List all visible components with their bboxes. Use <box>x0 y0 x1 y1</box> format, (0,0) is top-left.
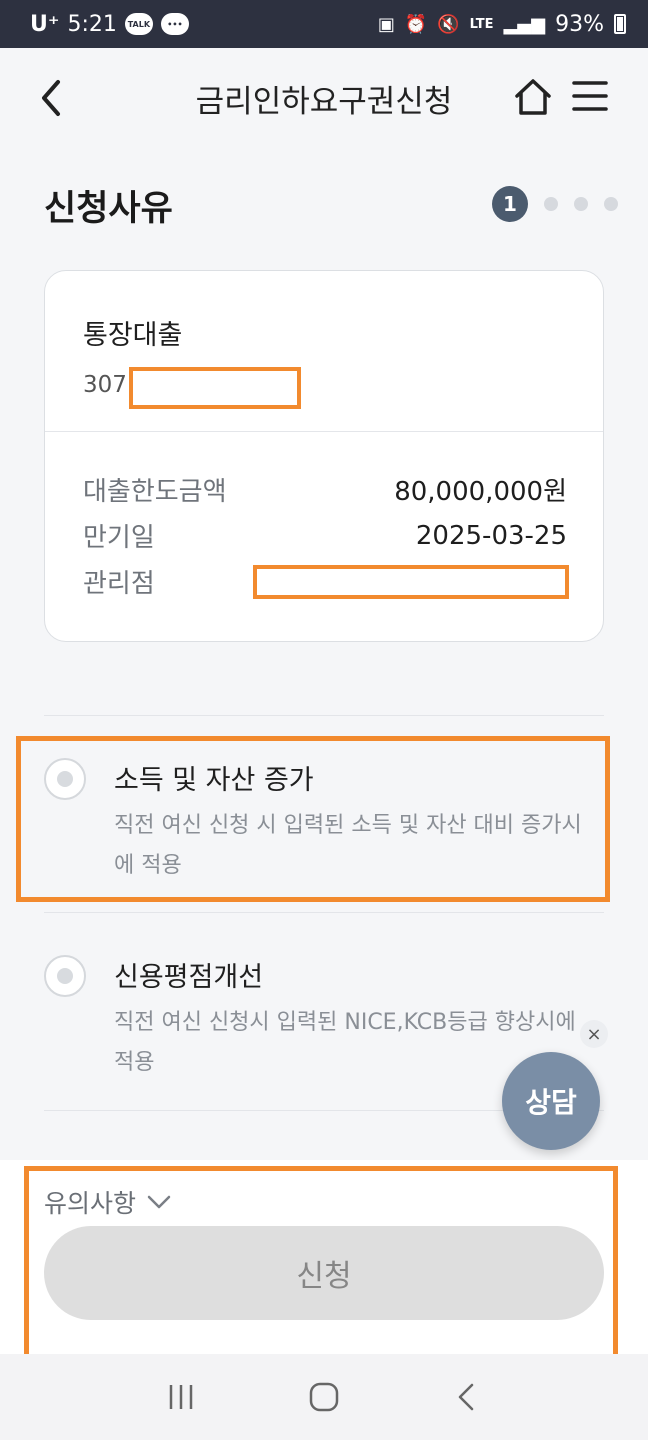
chat-consult-button[interactable]: 상담 <box>502 1052 600 1150</box>
option-credit-score[interactable]: 신용평점개선 직전 여신 신청시 입력된 NICE,KCB등급 향상시에 적용 <box>44 955 604 1075</box>
info-row-maturity: 만기일 2025-03-25 <box>83 517 567 554</box>
notice-label: 유의사항 <box>44 1189 137 1218</box>
info-row-branch: 관리점 <box>83 563 569 600</box>
home-icon <box>515 79 551 115</box>
divider <box>44 912 604 913</box>
info-row-limit: 대출한도금액 80,000,000원 <box>83 471 567 508</box>
system-nav-bar <box>0 1354 648 1440</box>
mute-icon: 🔇 <box>437 13 460 35</box>
info-label: 대출한도금액 <box>83 477 227 507</box>
info-label: 만기일 <box>83 523 155 553</box>
section-title: 신청사유 <box>44 189 173 229</box>
loan-card: 통장대출 307 대출한도금액 80,000,000원 만기일 2025-03-… <box>44 270 604 642</box>
divider <box>44 715 604 716</box>
signal-icon: ▂▄▆ <box>503 13 546 35</box>
submit-button[interactable]: 신청 <box>44 1226 604 1320</box>
message-icon: ••• <box>160 13 189 35</box>
hamburger-icon <box>572 81 608 111</box>
back-nav-button[interactable] <box>447 1377 487 1417</box>
home-circle-icon <box>309 1382 339 1412</box>
step-dot <box>544 197 558 211</box>
recent-apps-icon <box>170 1385 193 1409</box>
status-bar: U⁺ 5:21 TALK ••• ▣ ⏰ 🔇 LTE ▂▄▆ 93% <box>0 0 648 48</box>
carrier-label: U⁺ <box>30 11 60 37</box>
status-left: U⁺ 5:21 TALK ••• <box>30 12 189 37</box>
battery-percent: 93% <box>555 11 604 37</box>
option-income-asset[interactable]: 소득 및 자산 증가 직전 여신 신청 시 입력된 소득 및 자산 대비 증가시… <box>44 758 604 878</box>
app-header: 금리인하요구권신청 <box>0 48 648 148</box>
kakaotalk-icon: TALK <box>124 13 153 35</box>
card-divider <box>45 431 603 432</box>
info-label: 관리점 <box>83 569 155 599</box>
loan-name: 통장대출 <box>83 320 183 351</box>
info-value: 80,000,000원 <box>394 477 567 507</box>
step-dot <box>604 197 618 211</box>
notice-toggle[interactable]: 유의사항 <box>44 1184 172 1220</box>
alarm-icon: ⏰ <box>404 13 428 35</box>
radio-button[interactable] <box>44 758 86 800</box>
battery-icon <box>614 14 626 34</box>
account-prefix: 307 <box>83 372 127 398</box>
menu-button[interactable] <box>572 78 608 114</box>
option-title: 소득 및 자산 증가 <box>114 765 314 796</box>
chevron-down-icon <box>147 1195 171 1209</box>
nfc-icon: ▣ <box>377 13 395 35</box>
status-time: 5:21 <box>67 11 117 37</box>
radio-button[interactable] <box>44 955 86 997</box>
info-value: 2025-03-25 <box>415 520 567 551</box>
chat-close-button[interactable]: × <box>580 1020 608 1048</box>
account-number: 307 <box>83 361 301 409</box>
home-button[interactable] <box>512 76 554 118</box>
status-right: ▣ ⏰ 🔇 LTE ▂▄▆ 93% <box>378 12 626 37</box>
back-arrow-icon <box>458 1383 473 1411</box>
network-label: LTE <box>469 16 494 32</box>
branch-redaction-box <box>253 564 569 599</box>
step-dot <box>574 197 588 211</box>
recent-apps-button[interactable] <box>161 1377 201 1417</box>
option-title: 신용평점개선 <box>114 962 264 993</box>
option-description: 직전 여신 신청 시 입력된 소득 및 자산 대비 증가시에 적용 <box>114 813 582 878</box>
home-nav-button[interactable] <box>304 1377 344 1417</box>
step-indicator: 1 <box>492 186 618 222</box>
step-current: 1 <box>492 186 528 222</box>
account-redaction-box <box>128 367 301 409</box>
